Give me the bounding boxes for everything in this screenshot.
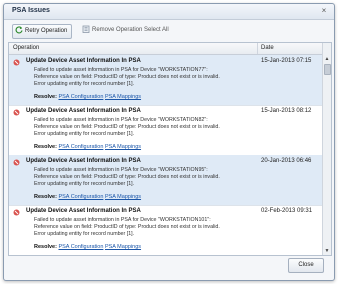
row-date: 15-Jan-2013 07:15 bbox=[261, 58, 312, 64]
row-message-line: Reference value on field: ProductID of t… bbox=[34, 174, 220, 180]
retry-icon bbox=[15, 26, 23, 34]
select-all-button[interactable]: Select All bbox=[144, 24, 169, 37]
row-message-line: Error updating entity for record number … bbox=[34, 181, 135, 187]
row-message-line: Error updating entity for record number … bbox=[34, 131, 135, 137]
remove-icon bbox=[82, 25, 90, 33]
psa-mappings-link[interactable]: PSA Mappings bbox=[105, 94, 141, 100]
psa-mappings-link[interactable]: PSA Mappings bbox=[105, 244, 141, 250]
scroll-down-icon[interactable]: ▼ bbox=[323, 247, 331, 255]
row-date: 20-Jan-2013 06:46 bbox=[261, 158, 312, 164]
row-date: 02-Feb-2013 09:31 bbox=[261, 208, 313, 214]
toolbar: Retry Operation Remove Operation Select … bbox=[8, 24, 330, 39]
close-button[interactable]: Close bbox=[288, 258, 324, 273]
row-resolve: Resolve: PSA Configuration PSA Mappings bbox=[34, 144, 141, 150]
scroll-up-icon[interactable]: ▲ bbox=[323, 55, 331, 63]
psa-configuration-link[interactable]: PSA Configuration bbox=[58, 144, 103, 150]
resolve-label: Resolve: bbox=[34, 194, 57, 200]
psa-mappings-link[interactable]: PSA Mappings bbox=[105, 194, 141, 200]
table-row[interactable]: Update Device Asset Information In PSA 0… bbox=[9, 205, 323, 255]
psa-issues-dialog: PSA Issues × Retry Operation Remove Oper… bbox=[3, 3, 335, 281]
column-divider bbox=[257, 43, 258, 54]
grid-rows: Update Device Asset Information In PSA 1… bbox=[9, 55, 323, 255]
close-icon[interactable]: × bbox=[319, 6, 329, 16]
psa-configuration-link[interactable]: PSA Configuration bbox=[58, 244, 103, 250]
row-title: Update Device Asset Information In PSA bbox=[26, 158, 141, 164]
row-message-line: Reference value on field: ProductID of t… bbox=[34, 224, 220, 230]
retry-operation-button[interactable]: Retry Operation bbox=[12, 24, 73, 39]
error-icon bbox=[13, 209, 20, 216]
row-resolve: Resolve: PSA Configuration PSA Mappings bbox=[34, 244, 141, 250]
error-icon bbox=[13, 159, 20, 166]
row-message-line: Error updating entity for record number … bbox=[34, 231, 135, 237]
table-row[interactable]: Update Device Asset Information In PSA 2… bbox=[9, 155, 323, 206]
row-title: Update Device Asset Information In PSA bbox=[26, 208, 141, 214]
remove-operation-label: Remove Operation bbox=[92, 27, 143, 33]
retry-operation-label: Retry Operation bbox=[25, 28, 68, 34]
row-message-line: Failed to update asset information in PS… bbox=[34, 117, 208, 123]
row-title: Update Device Asset Information In PSA bbox=[26, 108, 141, 114]
row-message-line: Error updating entity for record number … bbox=[34, 81, 135, 87]
scrollbar-thumb[interactable] bbox=[324, 64, 331, 75]
psa-configuration-link[interactable]: PSA Configuration bbox=[58, 194, 103, 200]
table-row[interactable]: Update Device Asset Information In PSA 1… bbox=[9, 55, 323, 106]
remove-operation-button[interactable]: Remove Operation bbox=[82, 24, 142, 37]
row-resolve: Resolve: PSA Configuration PSA Mappings bbox=[34, 194, 141, 200]
psa-mappings-link[interactable]: PSA Mappings bbox=[105, 144, 141, 150]
row-message-line: Failed to update asset information in PS… bbox=[34, 167, 208, 173]
row-message-line: Failed to update asset information in PS… bbox=[34, 217, 211, 223]
row-message-line: Failed to update asset information in PS… bbox=[34, 67, 208, 73]
table-row[interactable]: Update Device Asset Information In PSA 1… bbox=[9, 105, 323, 156]
row-resolve: Resolve: PSA Configuration PSA Mappings bbox=[34, 94, 141, 100]
issues-grid: Operation Date Update Device Asset Infor… bbox=[8, 42, 332, 256]
row-title: Update Device Asset Information In PSA bbox=[26, 58, 141, 64]
dialog-title: PSA Issues bbox=[12, 7, 50, 14]
grid-header: Operation Date bbox=[9, 43, 323, 55]
error-icon bbox=[13, 59, 20, 66]
resolve-label: Resolve: bbox=[34, 94, 57, 100]
psa-configuration-link[interactable]: PSA Configuration bbox=[58, 94, 103, 100]
column-header-operation[interactable]: Operation bbox=[13, 45, 39, 51]
row-message-line: Reference value on field: ProductID of t… bbox=[34, 124, 220, 130]
error-icon bbox=[13, 109, 20, 116]
resolve-label: Resolve: bbox=[34, 244, 57, 250]
row-date: 15-Jan-2013 08:12 bbox=[261, 108, 312, 114]
row-message-line: Reference value on field: ProductID of t… bbox=[34, 74, 220, 80]
vertical-scrollbar[interactable]: ▲ ▼ bbox=[322, 43, 331, 255]
resolve-label: Resolve: bbox=[34, 144, 57, 150]
dialog-titlebar: PSA Issues × bbox=[4, 4, 334, 20]
column-header-date[interactable]: Date bbox=[261, 45, 274, 51]
